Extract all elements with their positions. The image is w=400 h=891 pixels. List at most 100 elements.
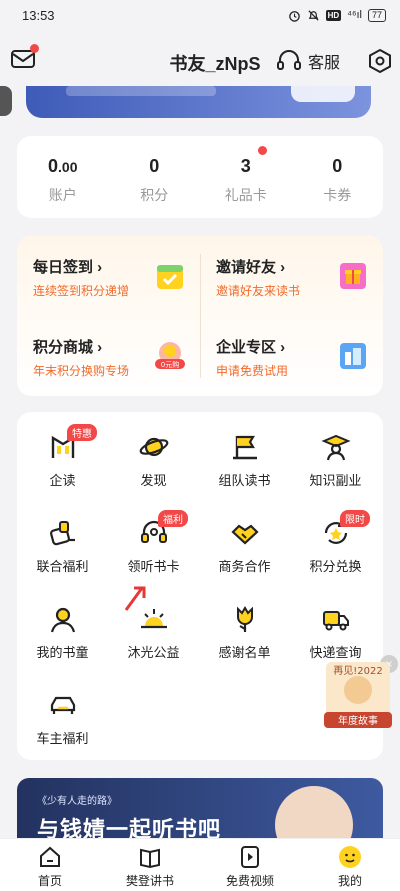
tab-label: 樊登讲书 [125, 874, 174, 888]
service-label: 客服 [308, 55, 341, 72]
grid-item-business[interactable]: 商务合作 [199, 518, 290, 575]
annual-story-floating-ad[interactable]: 再见!2022 年度故事 [324, 656, 392, 730]
grid-item-label: 企读 [49, 473, 76, 488]
grid-item-label: 组队读书 [218, 473, 271, 488]
banner-text-placeholder [66, 86, 216, 96]
stat-label: 卡券 [323, 187, 352, 203]
stat-gift-card[interactable]: 3 礼品卡 [200, 136, 292, 218]
badge-text: 0元购 [161, 360, 179, 369]
coin-badge-icon: 0元购 [155, 342, 185, 369]
truck-icon [322, 611, 349, 631]
grid-item-my-assistant[interactable]: 我的书童 [17, 604, 108, 661]
mail-notification-dot [30, 44, 39, 53]
tasks-card: 每日签到 连续签到积分递增 邀请好友 邀请好友来读书 积分商城 年末积分换购专场… [17, 236, 383, 396]
task-subtitle: 邀请好友来读书 [216, 284, 301, 298]
top-bar: 书友_zNpS 客服 [0, 36, 400, 86]
username[interactable]: 书友_zNpS [169, 54, 260, 74]
car-icon [50, 696, 75, 714]
grid-item-knowledge-side-job[interactable]: 知识副业 [290, 432, 381, 489]
grid-item-label: 车主福利 [36, 731, 89, 746]
status-bar: 13:53 HD ⁴⁶ıl 77 [0, 0, 400, 30]
video-icon [241, 846, 259, 868]
home-icon [40, 846, 60, 867]
task-subtitle: 申请免费试用 [216, 364, 289, 378]
grid-item-label: 沐光公益 [127, 645, 180, 660]
floating-ad-year: 再见!2022 [333, 665, 382, 677]
stat-value: 0 [149, 156, 160, 176]
task-subtitle: 年末积分换购专场 [33, 364, 130, 378]
bottom-tab-bar: 首页 樊登讲书 免费视频 我的 [0, 838, 400, 891]
tab-home[interactable]: 首页 [0, 839, 100, 891]
calendar-check-icon [157, 265, 183, 289]
grid-item-express-query[interactable]: 快递查询 [290, 604, 381, 661]
grid-item-joint-benefits[interactable]: 联合福利 [17, 518, 108, 575]
tab-label: 首页 [37, 874, 62, 888]
floating-ad-label: 年度故事 [338, 714, 378, 727]
stat-points[interactable]: 0 积分 [109, 136, 201, 218]
tab-label: 我的 [337, 874, 362, 888]
grid-item-label: 联合福利 [36, 559, 89, 574]
hd-icon: HD [325, 9, 342, 21]
grid-item-label: 商务合作 [218, 559, 271, 574]
pointer-arrow-icon [124, 586, 146, 611]
tag-badge: 限时 [340, 510, 370, 527]
grid-item-thanks-list[interactable]: 感谢名单 [199, 604, 290, 661]
task-daily-checkin[interactable]: 每日签到 连续签到积分递增 [17, 236, 200, 316]
stat-value: 3 [240, 156, 251, 176]
grid-item-audio-card[interactable]: 福利 领听书卡 [108, 510, 199, 575]
alarm-icon [288, 10, 300, 22]
task-enterprise-zone[interactable]: 企业专区 申请免费试用 [200, 316, 383, 396]
status-time: 13:53 [22, 7, 55, 23]
user-icon [50, 607, 75, 633]
tab-mine[interactable]: 我的 [300, 839, 400, 891]
task-title: 积分商城 [33, 336, 102, 357]
settings-hexagon-icon[interactable] [367, 48, 393, 74]
task-title: 每日签到 [33, 256, 102, 277]
stat-label: 礼品卡 [224, 187, 267, 203]
grid-item-label: 积分兑换 [309, 559, 362, 574]
tag-badge: 福利 [158, 510, 188, 527]
grid-item-team-reading[interactable]: 组队读书 [199, 432, 290, 489]
book-icon [140, 848, 160, 869]
stat-label: 账户 [48, 187, 77, 203]
task-title: 企业专区 [216, 336, 285, 357]
battery-icon: 77 [367, 8, 386, 22]
task-subtitle: 连续签到积分递增 [33, 284, 130, 298]
tag-badge: 特惠 [67, 424, 97, 441]
stat-label: 积分 [140, 187, 169, 203]
tab-label: 免费视频 [225, 874, 274, 888]
banner-button[interactable] [291, 86, 355, 102]
membership-banner[interactable] [26, 86, 371, 118]
tab-fandeng-books[interactable]: 樊登讲书 [100, 839, 200, 891]
annual-story-art: 再见!2022 年度故事 [324, 662, 392, 728]
profile-face-icon [339, 846, 361, 868]
grid-item-label: 发现 [140, 473, 167, 488]
grid-item-discover[interactable]: 发现 [108, 432, 199, 489]
task-invite-friends[interactable]: 邀请好友 邀请好友来读书 [200, 236, 383, 316]
grid-item-car-owner-benefits[interactable]: 车主福利 [17, 690, 108, 747]
planet-icon [139, 437, 168, 457]
handshake-icon [230, 524, 259, 545]
grid-item-label: 感谢名单 [218, 645, 271, 660]
headset-icon [277, 50, 301, 70]
side-handle[interactable] [0, 86, 12, 116]
gift-box-icon [340, 263, 366, 289]
grid-item-points-exchange[interactable]: 限时 积分兑换 [290, 510, 381, 575]
tab-free-video[interactable]: 免费视频 [200, 839, 300, 891]
stats-card: 0.00 账户 0 积分 3 礼品卡 0 卡券 [17, 136, 383, 218]
grid-item-company-read[interactable]: 特惠 企读 [17, 424, 108, 489]
mute-bell-icon [308, 9, 319, 21]
flag-book-icon [232, 435, 257, 460]
stat-value: 0 [332, 156, 343, 176]
stat-value: 0.00 [48, 156, 78, 176]
task-points-mall[interactable]: 积分商城 年末积分换购专场 0元购 [17, 316, 200, 396]
gift-card-notification-dot [258, 146, 267, 155]
grid-item-label: 知识副业 [309, 473, 362, 488]
buildings-icon [340, 343, 366, 369]
stat-account[interactable]: 0.00 账户 [17, 136, 109, 218]
flower-icon [236, 606, 253, 632]
grid-item-label: 我的书童 [36, 645, 89, 660]
stat-coupons[interactable]: 0 卡券 [292, 136, 384, 218]
customer-service-button[interactable]: 客服 [276, 49, 340, 73]
status-icons: HD ⁴⁶ıl 77 [288, 8, 386, 22]
